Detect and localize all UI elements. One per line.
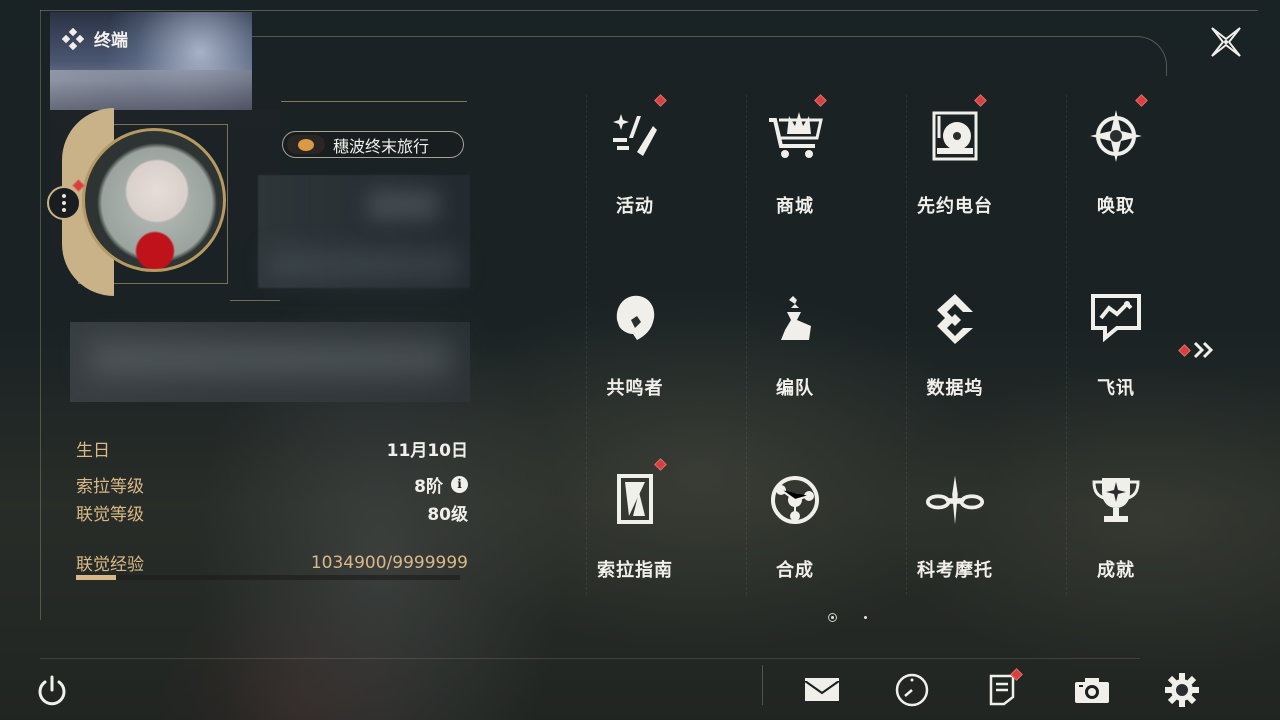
mail-icon	[804, 678, 840, 701]
page-dot-2[interactable]	[861, 613, 870, 622]
team-chess-icon	[765, 288, 825, 348]
close-button[interactable]	[1206, 22, 1246, 62]
frame-line-bottom	[40, 658, 1140, 659]
stat-label: 索拉等级	[76, 477, 144, 497]
trophy-icon	[1086, 470, 1146, 530]
blurred-info-panel	[258, 175, 470, 288]
notification-badge	[654, 458, 667, 471]
menu-item-label: 科考摩托	[917, 560, 993, 581]
frame-line-top	[40, 10, 1258, 11]
notification-badge	[814, 94, 827, 107]
menu-item-label: 商城	[776, 196, 814, 217]
stat-label: 联觉等级	[76, 505, 144, 525]
divider	[281, 101, 467, 102]
event-sparkle-icon	[605, 106, 665, 166]
menu-item-label: 唤取	[1097, 196, 1135, 217]
stat-value: 11月10日	[387, 436, 468, 461]
player-name: 穗波终末旅行	[333, 136, 430, 156]
mail-button[interactable]	[802, 670, 842, 710]
info-icon[interactable]: i	[451, 476, 468, 493]
double-chevron-right-icon	[1193, 341, 1214, 359]
menu-item-label: 先约电台	[917, 196, 993, 217]
notification-badge	[654, 94, 667, 107]
convene-compass-icon	[1086, 106, 1146, 166]
stat-union-level: 联觉等级 80级	[76, 500, 468, 525]
page-indicator	[828, 613, 870, 622]
sola-guide-icon	[605, 470, 665, 530]
divider	[762, 665, 763, 705]
menu-item-12[interactable]: 成就	[1051, 458, 1181, 608]
notes-button[interactable]	[982, 668, 1023, 710]
menu-item-label: 索拉指南	[597, 560, 673, 581]
menu-item-2[interactable]: 商城	[730, 94, 860, 244]
menu-item-1[interactable]: 活动	[570, 94, 700, 244]
union-exp-value: 1034900/9999999	[310, 552, 468, 573]
union-level-value: 80级	[427, 505, 468, 525]
stat-sola-level: 索拉等级 8阶 i	[76, 472, 468, 497]
notification-badge	[1135, 94, 1148, 107]
menu-item-label: 共鸣者	[606, 378, 664, 399]
stat-value: 80级	[427, 500, 468, 525]
menu-item-7[interactable]: 数据坞	[890, 276, 1020, 426]
data-bank-icon	[925, 288, 985, 348]
menu-item-label: 飞讯	[1097, 378, 1135, 399]
clock-icon	[895, 673, 929, 707]
menu-item-label: 编队	[776, 378, 814, 399]
message-chat-icon	[1086, 288, 1146, 348]
stat-union-exp: 联觉经验 1034900/9999999	[76, 550, 468, 576]
stat-value: 8阶 i	[414, 472, 468, 497]
page-dot-1[interactable]	[828, 613, 837, 622]
avatar[interactable]	[82, 128, 226, 272]
stat-label: 生日	[76, 441, 110, 461]
sola-level-value: 8阶	[414, 477, 443, 497]
resonator-portrait-icon	[605, 288, 665, 348]
menu-item-3[interactable]: 先约电台	[890, 94, 1020, 244]
stat-birthday: 生日 11月10日	[76, 436, 468, 461]
menu-item-9[interactable]: 索拉指南	[570, 458, 700, 608]
menu-item-11[interactable]: 科考摩托	[890, 458, 1020, 608]
shop-cart-icon	[765, 106, 825, 166]
union-exp-progress-fill	[76, 575, 116, 580]
menu-item-label: 数据坞	[926, 378, 984, 399]
close-icon	[1211, 27, 1241, 57]
menu-item-10[interactable]: 合成	[730, 458, 860, 608]
menu-item-5[interactable]: 共鸣者	[570, 276, 700, 426]
frame-line-left	[40, 10, 41, 620]
stat-label: 联觉经验	[76, 555, 144, 575]
page-title: 终端	[94, 31, 128, 51]
birthday-value: 11月10日	[386, 441, 468, 461]
menu-item-label: 活动	[616, 196, 654, 217]
gear-icon	[1165, 673, 1199, 707]
power-icon	[38, 675, 66, 706]
union-exp-progress-bar	[76, 575, 460, 580]
diamond-logo-icon	[61, 27, 85, 50]
menu-item-4[interactable]: 唤取	[1051, 94, 1181, 244]
power-button[interactable]	[34, 673, 70, 709]
menu-item-label: 成就	[1097, 560, 1135, 581]
player-name-badge[interactable]: 穗波终末旅行	[282, 131, 464, 158]
frame-curve	[252, 36, 1167, 76]
next-page-badge	[1178, 343, 1191, 357]
camera-button[interactable]	[1072, 670, 1112, 710]
pet-icon	[287, 135, 325, 154]
next-page-button[interactable]	[1178, 340, 1219, 360]
terminal-header: 终端	[61, 26, 128, 51]
notification-badge	[974, 94, 987, 107]
camera-icon	[1075, 678, 1109, 703]
radio-turntable-icon	[925, 106, 985, 166]
settings-button[interactable]	[1162, 670, 1202, 710]
menu-item-label: 合成	[776, 560, 814, 581]
menu-item-6[interactable]: 编队	[730, 276, 860, 426]
motorbike-icon	[925, 470, 985, 530]
blurred-signature-panel	[70, 322, 470, 402]
clock-button[interactable]	[892, 670, 932, 710]
synthesis-orbit-icon	[765, 470, 825, 530]
stat-value: 1034900/9999999	[311, 553, 468, 573]
menu-item-8[interactable]: 飞讯	[1051, 276, 1181, 426]
profile-more-button[interactable]	[47, 186, 81, 220]
divider	[230, 300, 280, 301]
